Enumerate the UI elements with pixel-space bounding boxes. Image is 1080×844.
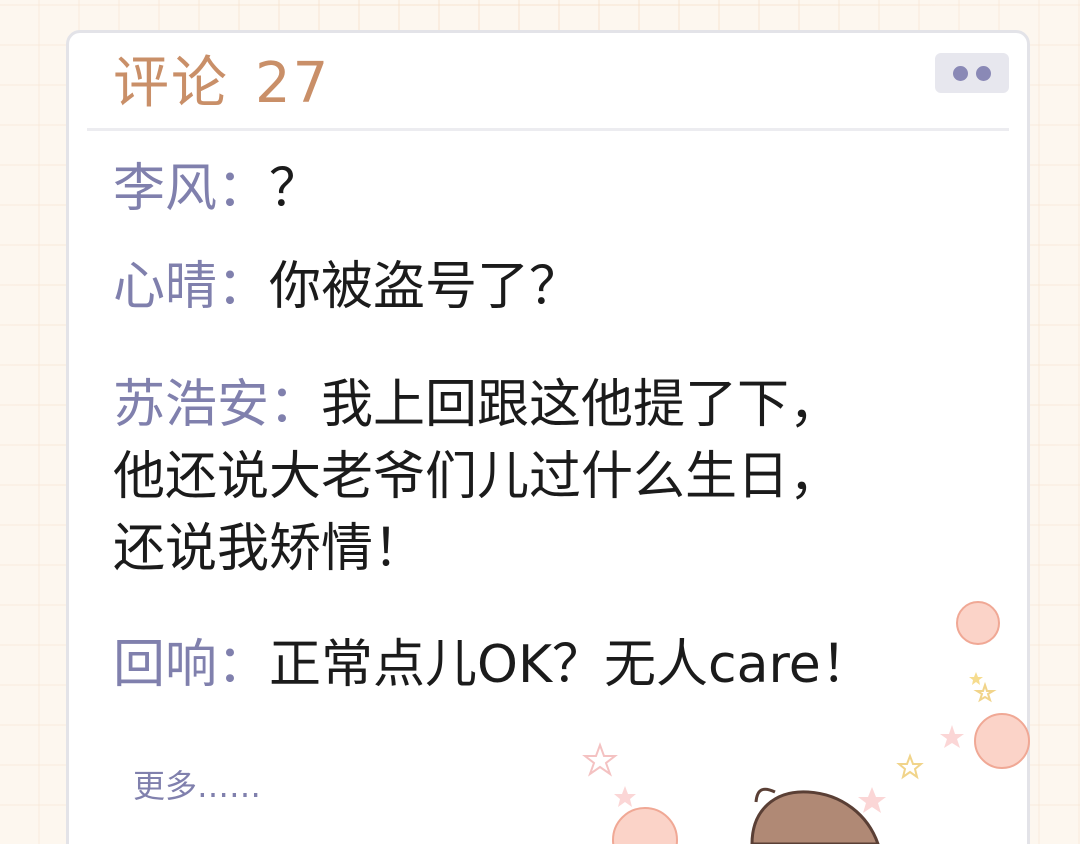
comment-text: ？ bbox=[269, 159, 322, 219]
comment-item: 心晴：你被盗号了？ bbox=[113, 251, 993, 323]
comment-author: 李风： bbox=[113, 159, 270, 219]
comment-text-line: 还说我矫情！ bbox=[113, 519, 426, 579]
comment-text-line: 他还说大老爷们儿过什么生日， bbox=[113, 447, 842, 507]
more-dots-icon bbox=[976, 65, 991, 81]
comment-item: 回响：正常点儿OK？无人care！ bbox=[113, 629, 993, 701]
comments-card: 评论 27 李风：？ 心晴：你被盗号了？ 苏浩安：我上回跟这他提了下， 他还说大老… bbox=[66, 30, 1030, 844]
comment-item: 苏浩安：我上回跟这他提了下， 他还说大老爷们儿过什么生日， 还说我矫情！ bbox=[113, 369, 993, 585]
comment-author: 苏浩安： bbox=[113, 375, 322, 435]
header-divider bbox=[87, 128, 1009, 131]
comment-author: 心晴： bbox=[113, 257, 270, 317]
comments-title-label: 评论 bbox=[113, 51, 229, 116]
more-dots-icon bbox=[953, 65, 968, 81]
more-options-button[interactable] bbox=[935, 53, 1009, 93]
comment-text-line: 我上回跟这他提了下， bbox=[321, 375, 842, 435]
comment-text: 你被盗号了？ bbox=[269, 257, 582, 317]
comment-text: 正常点儿OK？无人care！ bbox=[269, 635, 873, 695]
comments-count: 27 bbox=[255, 51, 331, 116]
comment-author: 回响： bbox=[113, 635, 270, 695]
comment-item: 李风：？ bbox=[113, 153, 993, 225]
comments-header: 评论 27 bbox=[69, 33, 1027, 131]
more-comments-link[interactable]: 更多…… bbox=[133, 761, 261, 807]
comments-title: 评论 27 bbox=[113, 49, 330, 119]
